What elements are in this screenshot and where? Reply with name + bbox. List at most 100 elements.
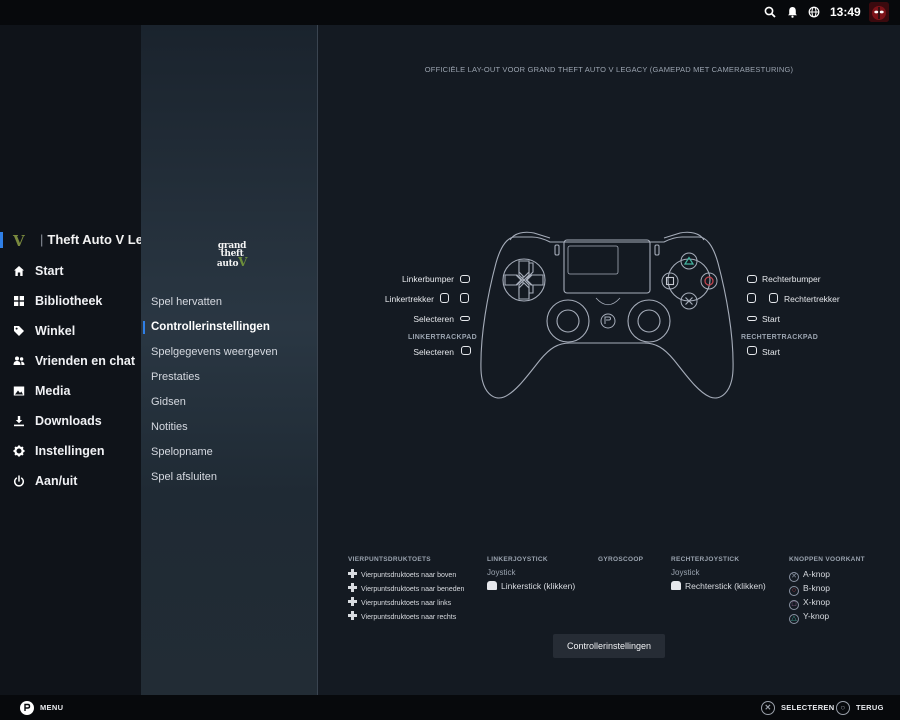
menu-label: Spel afsluiten	[151, 471, 218, 483]
label-left-trackpad-action: Selecteren	[413, 347, 454, 357]
menu-controller-settings[interactable]: Controllerinstellingen	[143, 317, 270, 337]
trackpad-icon	[747, 346, 757, 355]
game-logo: V	[13, 232, 25, 250]
legend-gyro-head: GYROSCOOP	[598, 556, 644, 563]
sidebar-item-label: Instellingen	[35, 444, 105, 458]
cross-button-icon: ✕	[761, 700, 775, 715]
legend-left-stick-head: LINKERJOYSTICK	[487, 556, 548, 563]
menu-label: Gidsen	[151, 396, 186, 408]
legend-dpad-item: Vierpuntsdruktoets naar rechts	[348, 611, 456, 621]
label-right-start: Start	[762, 314, 780, 324]
home-icon	[13, 265, 25, 277]
legend-right-stick-item: Rechterstick (klikken)	[671, 581, 766, 591]
legend-dpad-item: Vierpuntsdruktoets naar beneden	[348, 583, 464, 593]
sidebar-item-label: Media	[35, 384, 71, 398]
logo-line: auto	[216, 259, 239, 269]
select-hint[interactable]: ✕ SELECTEREN	[761, 695, 834, 720]
gta-logo: grand theft autoV	[212, 242, 252, 278]
dpad-icon	[348, 611, 357, 620]
legend-left-stick-item: Linkerstick (klikken)	[487, 581, 575, 591]
trackpad-icon	[461, 346, 471, 355]
bumper-icon	[747, 275, 757, 283]
sidebar-item-label: Aan/uit	[35, 474, 78, 488]
menu-label: Controllerinstellingen	[151, 321, 270, 333]
sidebar-item-label: Start	[35, 264, 64, 278]
label-right-bumper: Rechterbumper	[762, 274, 821, 284]
sidebar-item-label: Vrienden en chat	[35, 354, 136, 368]
stick-icon	[487, 581, 497, 590]
legend-text: Y-knop	[803, 611, 830, 621]
menu-notes[interactable]: Notities	[151, 417, 188, 437]
sidebar-item-winkel[interactable]: Winkel	[0, 318, 141, 344]
menu-label: Spel hervatten	[151, 296, 222, 308]
bottom-bar: MENU ✕ SELECTEREN ○ TERUG	[0, 695, 900, 720]
menu-achievements[interactable]: Prestaties	[151, 367, 200, 387]
legend-right-stick-sub: Joystick	[671, 568, 700, 577]
select-hint-label: SELECTEREN	[781, 703, 835, 712]
bell-icon[interactable]	[784, 4, 800, 20]
trigger-icon	[440, 293, 449, 303]
image-icon	[13, 385, 25, 397]
controller-layout-view: OFFICIËLE LAY-OUT VOOR GRAND THEFT AUTO …	[318, 25, 900, 695]
label-left-select: Selecteren	[413, 314, 454, 324]
gear-icon	[13, 445, 25, 457]
current-game[interactable]: V |Theft Auto V Legacy	[0, 228, 141, 252]
top-bar: 13:49	[0, 0, 900, 25]
menu-label: Notities	[151, 421, 188, 433]
game-title: Theft Auto V Legacy	[47, 232, 141, 247]
legend-text: Vierpuntsdruktoets naar rechts	[361, 614, 457, 621]
dpad-icon	[348, 583, 357, 592]
sidebar-item-media[interactable]: Media	[0, 378, 141, 404]
active-accent	[143, 320, 145, 334]
legend-face-head: KNOPPEN VOORKANT	[789, 556, 865, 563]
triangle-icon: △	[789, 614, 799, 624]
menu-guides[interactable]: Gidsen	[151, 392, 186, 412]
stick-icon	[671, 581, 681, 590]
menu-hint-label: MENU	[40, 703, 64, 712]
legend-face-item-a: ✕ A-knop	[789, 569, 830, 582]
circle-button-icon: ○	[836, 700, 850, 715]
label-left-bumper: Linkerbumper	[402, 274, 454, 284]
legend-text: Vierpuntsdruktoets naar boven	[361, 572, 457, 579]
menu-resume[interactable]: Spel hervatten	[151, 292, 222, 312]
label-left-trigger: Linkertrekker	[384, 294, 434, 304]
legend-text: A-knop	[803, 569, 830, 579]
logo-v: V	[238, 255, 248, 269]
menu-label: Spelopname	[151, 446, 213, 458]
controller-settings-button[interactable]: Controllerinstellingen	[553, 634, 665, 658]
legend-text: X-knop	[803, 597, 830, 607]
legend-text: Vierpuntsdruktoets naar beneden	[361, 586, 465, 593]
legend-face-item-y: △ Y-knop	[789, 611, 829, 624]
trigger-icon	[747, 293, 756, 303]
legend-face-item-b: ○ B-knop	[789, 583, 830, 596]
trigger-icon	[460, 293, 469, 303]
game-menu-panel: grand theft autoV Spel hervatten Control…	[141, 25, 318, 695]
avatar[interactable]	[869, 2, 889, 22]
power-icon	[13, 475, 25, 487]
globe-icon[interactable]	[806, 4, 822, 20]
sidebar-item-downloads[interactable]: Downloads	[0, 408, 141, 434]
sidebar-item-bibliotheek[interactable]: Bibliotheek	[0, 288, 141, 314]
people-icon	[13, 355, 25, 367]
sidebar-item-start[interactable]: Start	[0, 258, 141, 284]
controller-diagram	[480, 231, 734, 399]
trigger-icon	[769, 293, 778, 303]
dpad-icon	[348, 569, 357, 578]
menu-game-info[interactable]: Spelgegevens weergeven	[151, 342, 278, 362]
back-hint[interactable]: ○ TERUG	[836, 695, 884, 720]
legend-dpad-head: VIERPUNTSDRUKTOETS	[348, 556, 431, 563]
sidebar-item-aanuit[interactable]: Aan/uit	[0, 468, 141, 494]
text-cursor: |	[40, 232, 44, 247]
menu-label: Spelgegevens weergeven	[151, 346, 278, 358]
legend-text: Linkerstick (klikken)	[501, 581, 576, 591]
menu-quit-game[interactable]: Spel afsluiten	[151, 467, 217, 487]
sidebar-item-instellingen[interactable]: Instellingen	[0, 438, 141, 464]
sidebar-item-label: Downloads	[35, 414, 102, 428]
sidebar: V |Theft Auto V Legacy Start Bibliotheek…	[0, 25, 141, 695]
sidebar-item-vrienden[interactable]: Vrienden en chat	[0, 348, 141, 374]
tag-icon	[13, 325, 25, 337]
menu-hint[interactable]: MENU	[20, 695, 63, 720]
legend-dpad-item: Vierpuntsdruktoets naar boven	[348, 569, 456, 579]
menu-recording[interactable]: Spelopname	[151, 442, 213, 462]
search-icon[interactable]	[762, 4, 778, 20]
